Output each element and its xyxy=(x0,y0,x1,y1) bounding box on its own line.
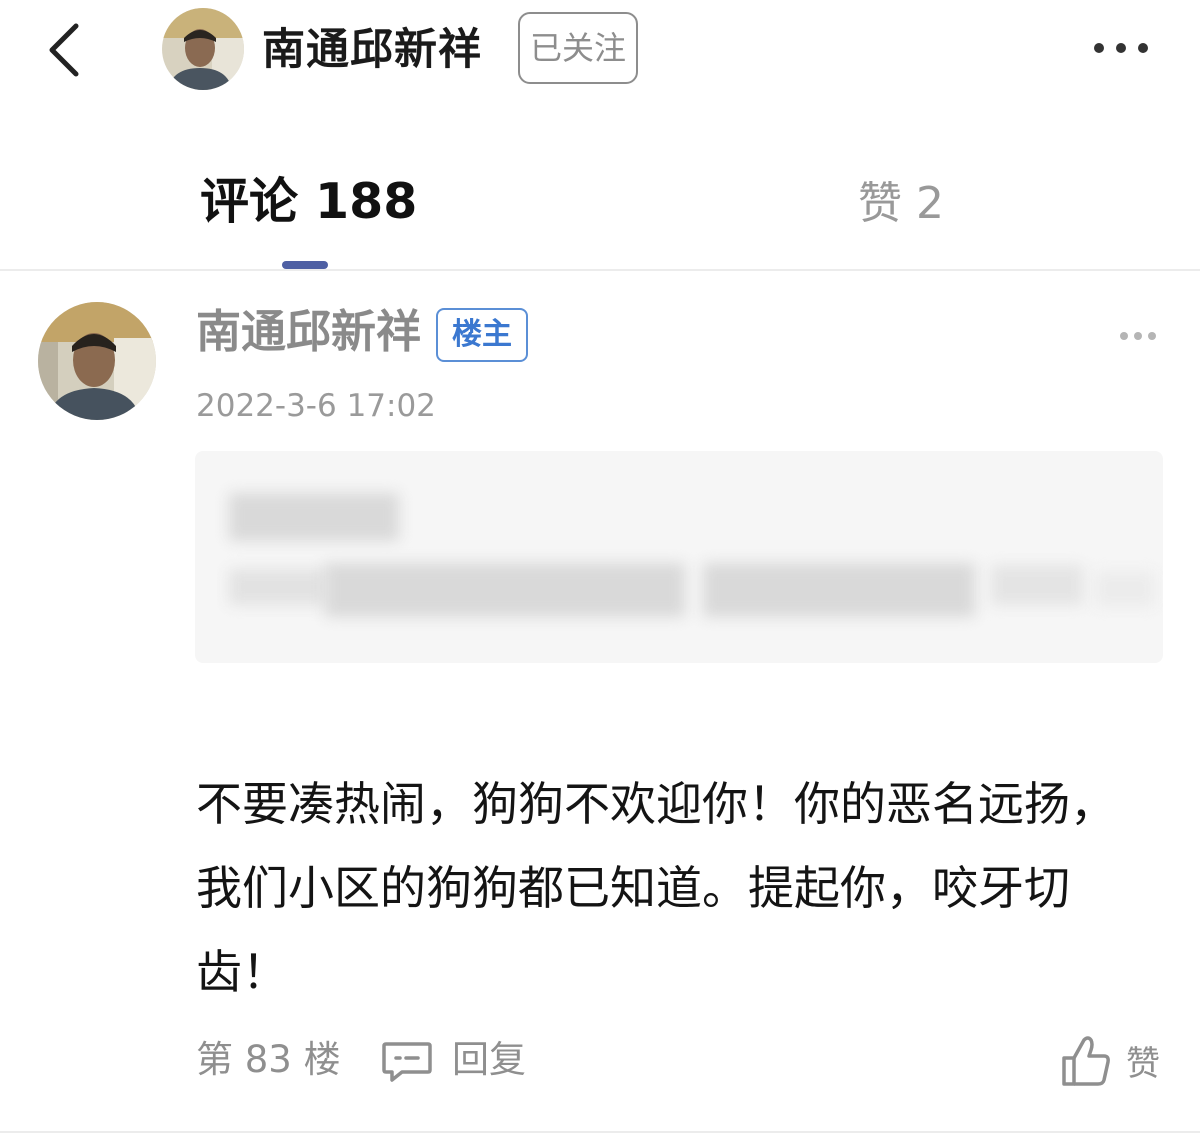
quoted-comment-blurred[interactable] xyxy=(195,451,1163,663)
reply-label: 回复 xyxy=(452,1038,526,1081)
reply-icon xyxy=(382,1042,432,1082)
floor-number: 第 83 楼 xyxy=(196,1038,341,1081)
back-button[interactable] xyxy=(40,18,90,82)
comment-footer: 第 83 楼 回复 赞 xyxy=(0,1030,1200,1100)
comment-more-button[interactable] xyxy=(1118,326,1158,346)
more-options-button[interactable] xyxy=(1090,30,1152,66)
bottom-divider xyxy=(0,1131,1200,1133)
tab-likes[interactable]: 赞 2 xyxy=(858,174,944,234)
op-badge: 楼主 xyxy=(436,308,528,362)
active-tab-indicator xyxy=(282,261,328,269)
back-arrow-icon xyxy=(49,23,79,77)
comment-body: 不要凑热闹，狗狗不欢迎你！你的恶名远扬，我们小区的狗狗都已知道。提起你，咬牙切齿… xyxy=(196,777,1116,999)
more-dots-icon xyxy=(1094,43,1148,53)
more-dots-icon xyxy=(1120,332,1156,340)
tab-divider xyxy=(0,269,1200,271)
header-avatar[interactable] xyxy=(162,8,244,90)
like-button[interactable]: 赞 xyxy=(1060,1034,1170,1094)
like-label: 赞 xyxy=(1126,1044,1160,1084)
comment-timestamp: 2022-3-6 17:02 xyxy=(196,388,436,424)
follow-button[interactable]: 已关注 xyxy=(518,12,638,84)
top-bar: 南通邱新祥 已关注 xyxy=(0,0,1200,100)
thumbs-up-icon xyxy=(1062,1036,1110,1086)
comment-author[interactable]: 南通邱新祥 xyxy=(196,302,421,362)
comments-page: 南通邱新祥 已关注 评论 188 赞 2 南通邱新祥 楼主 2022-3-6 1… xyxy=(0,0,1200,1135)
header-user-name[interactable]: 南通邱新祥 xyxy=(262,20,482,80)
comment-avatar[interactable] xyxy=(38,302,156,420)
tab-comments[interactable]: 评论 188 xyxy=(200,172,417,232)
tab-bar: 评论 188 赞 2 xyxy=(0,150,1200,270)
